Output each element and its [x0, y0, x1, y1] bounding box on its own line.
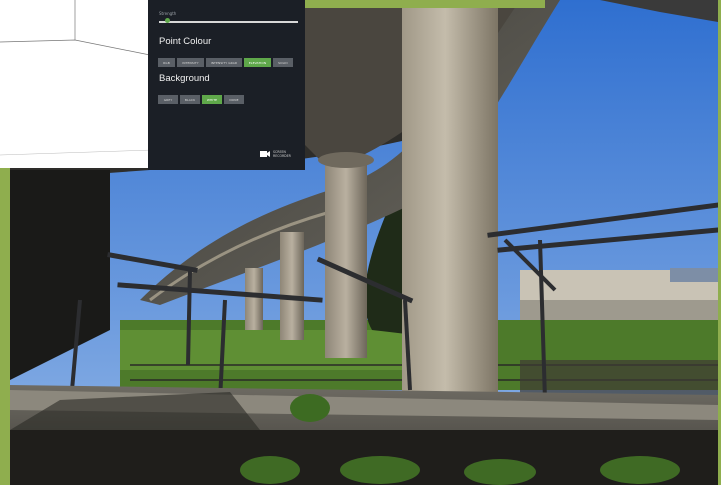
background-heading: Background: [159, 73, 210, 84]
viewer-settings-panel: Strength Point Colour RGB Intensity Inte…: [148, 0, 305, 170]
background-white-button[interactable]: White: [202, 95, 222, 104]
strength-slider-thumb[interactable]: [165, 18, 170, 23]
wireframe-drawing: [0, 0, 153, 156]
screen-recorder-badge: SCREEN RECORDER: [260, 150, 291, 158]
point-colour-heading: Point Colour: [159, 36, 212, 47]
background-options: Grey Black White None: [158, 95, 244, 104]
point-colour-elevation-button[interactable]: Elevation: [244, 58, 271, 67]
recorder-line-2: RECORDER: [273, 154, 291, 158]
background-grey-button[interactable]: Grey: [158, 95, 178, 104]
background-none-button[interactable]: None: [224, 95, 244, 104]
point-colour-options: RGB Intensity Intensity Grad Elevation S…: [158, 58, 293, 67]
background-black-button[interactable]: Black: [180, 95, 200, 104]
point-colour-intensity-grad-button[interactable]: Intensity Grad: [206, 58, 242, 67]
strength-label: Strength: [159, 11, 177, 16]
point-cloud-viewport[interactable]: [0, 0, 153, 168]
camera-icon: [260, 151, 270, 157]
strength-slider-track[interactable]: [159, 21, 298, 23]
point-colour-solid-button[interactable]: Solid: [273, 58, 293, 67]
point-colour-rgb-button[interactable]: RGB: [158, 58, 175, 67]
point-colour-intensity-button[interactable]: Intensity: [177, 58, 204, 67]
